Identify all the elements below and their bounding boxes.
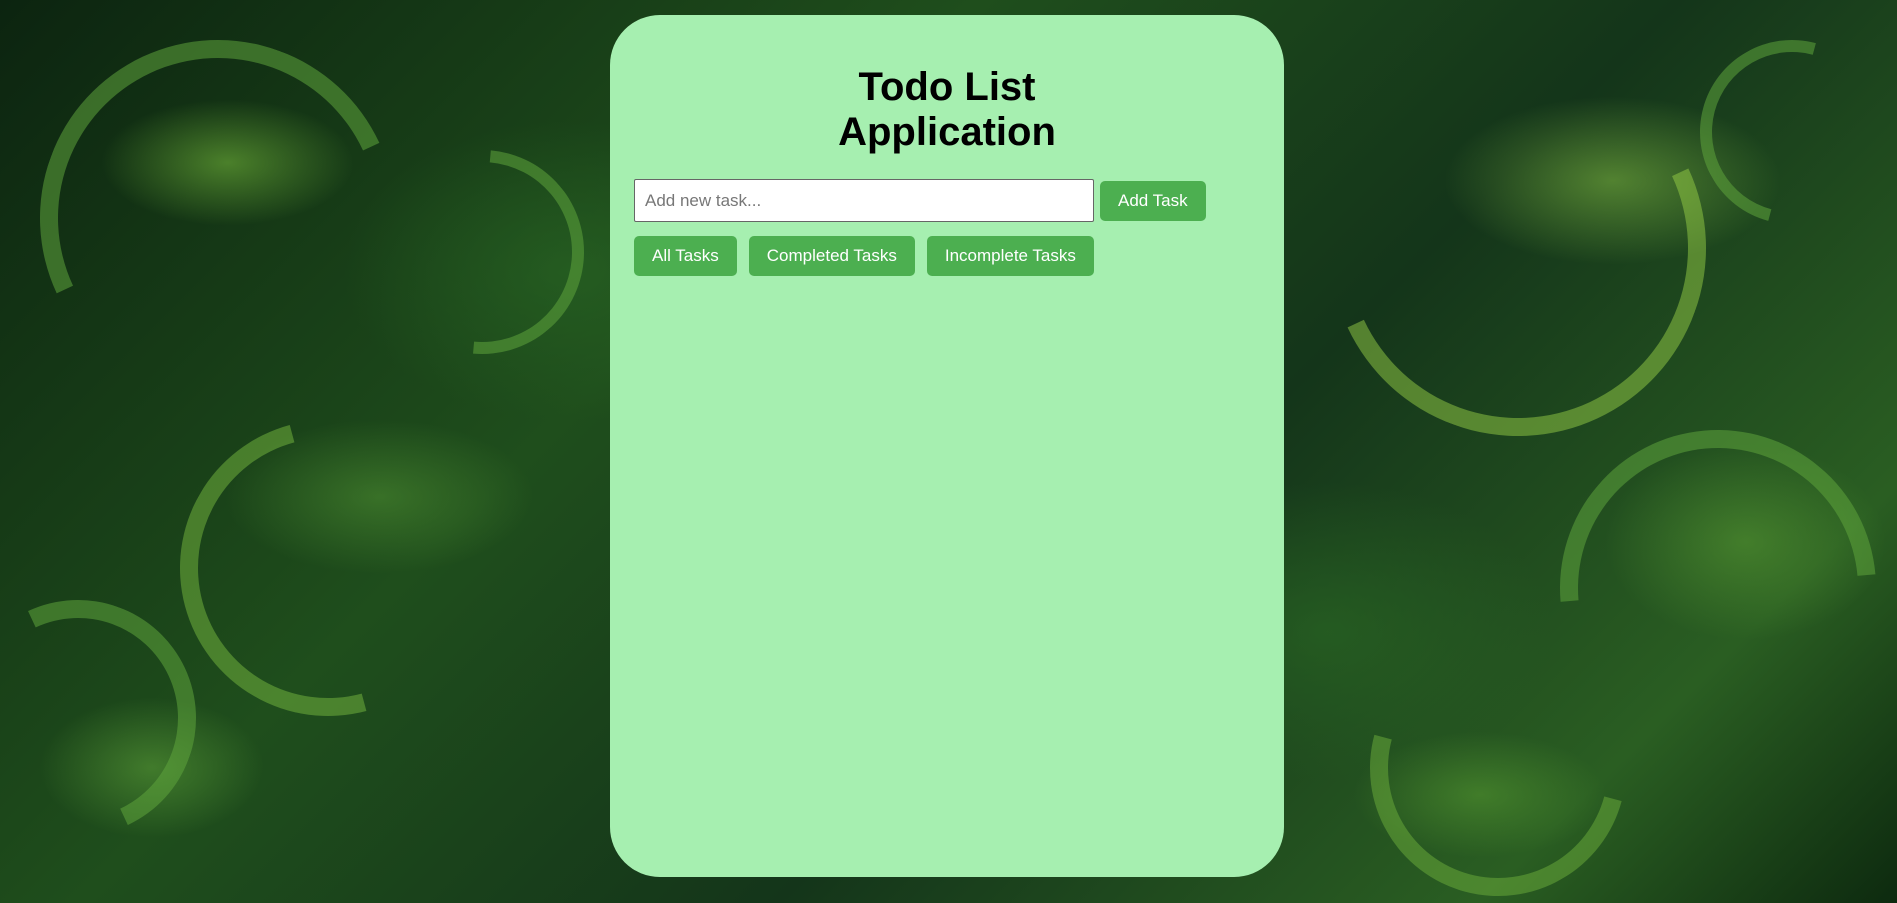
new-task-input[interactable] <box>634 179 1094 222</box>
add-task-row: Add Task <box>634 179 1260 222</box>
filter-all-button[interactable]: All Tasks <box>634 236 737 276</box>
page-title: Todo List Application <box>838 65 1056 154</box>
todo-card: Todo List Application Add Task All Tasks… <box>610 15 1284 877</box>
filter-incomplete-button[interactable]: Incomplete Tasks <box>926 236 1094 276</box>
filter-completed-button[interactable]: Completed Tasks <box>748 236 915 276</box>
swirl-ornament <box>1277 7 1759 489</box>
filter-bar: All Tasks Completed Tasks Incomplete Tas… <box>634 236 1260 276</box>
add-task-button[interactable]: Add Task <box>1100 180 1206 221</box>
swirl-ornament <box>0 0 447 447</box>
